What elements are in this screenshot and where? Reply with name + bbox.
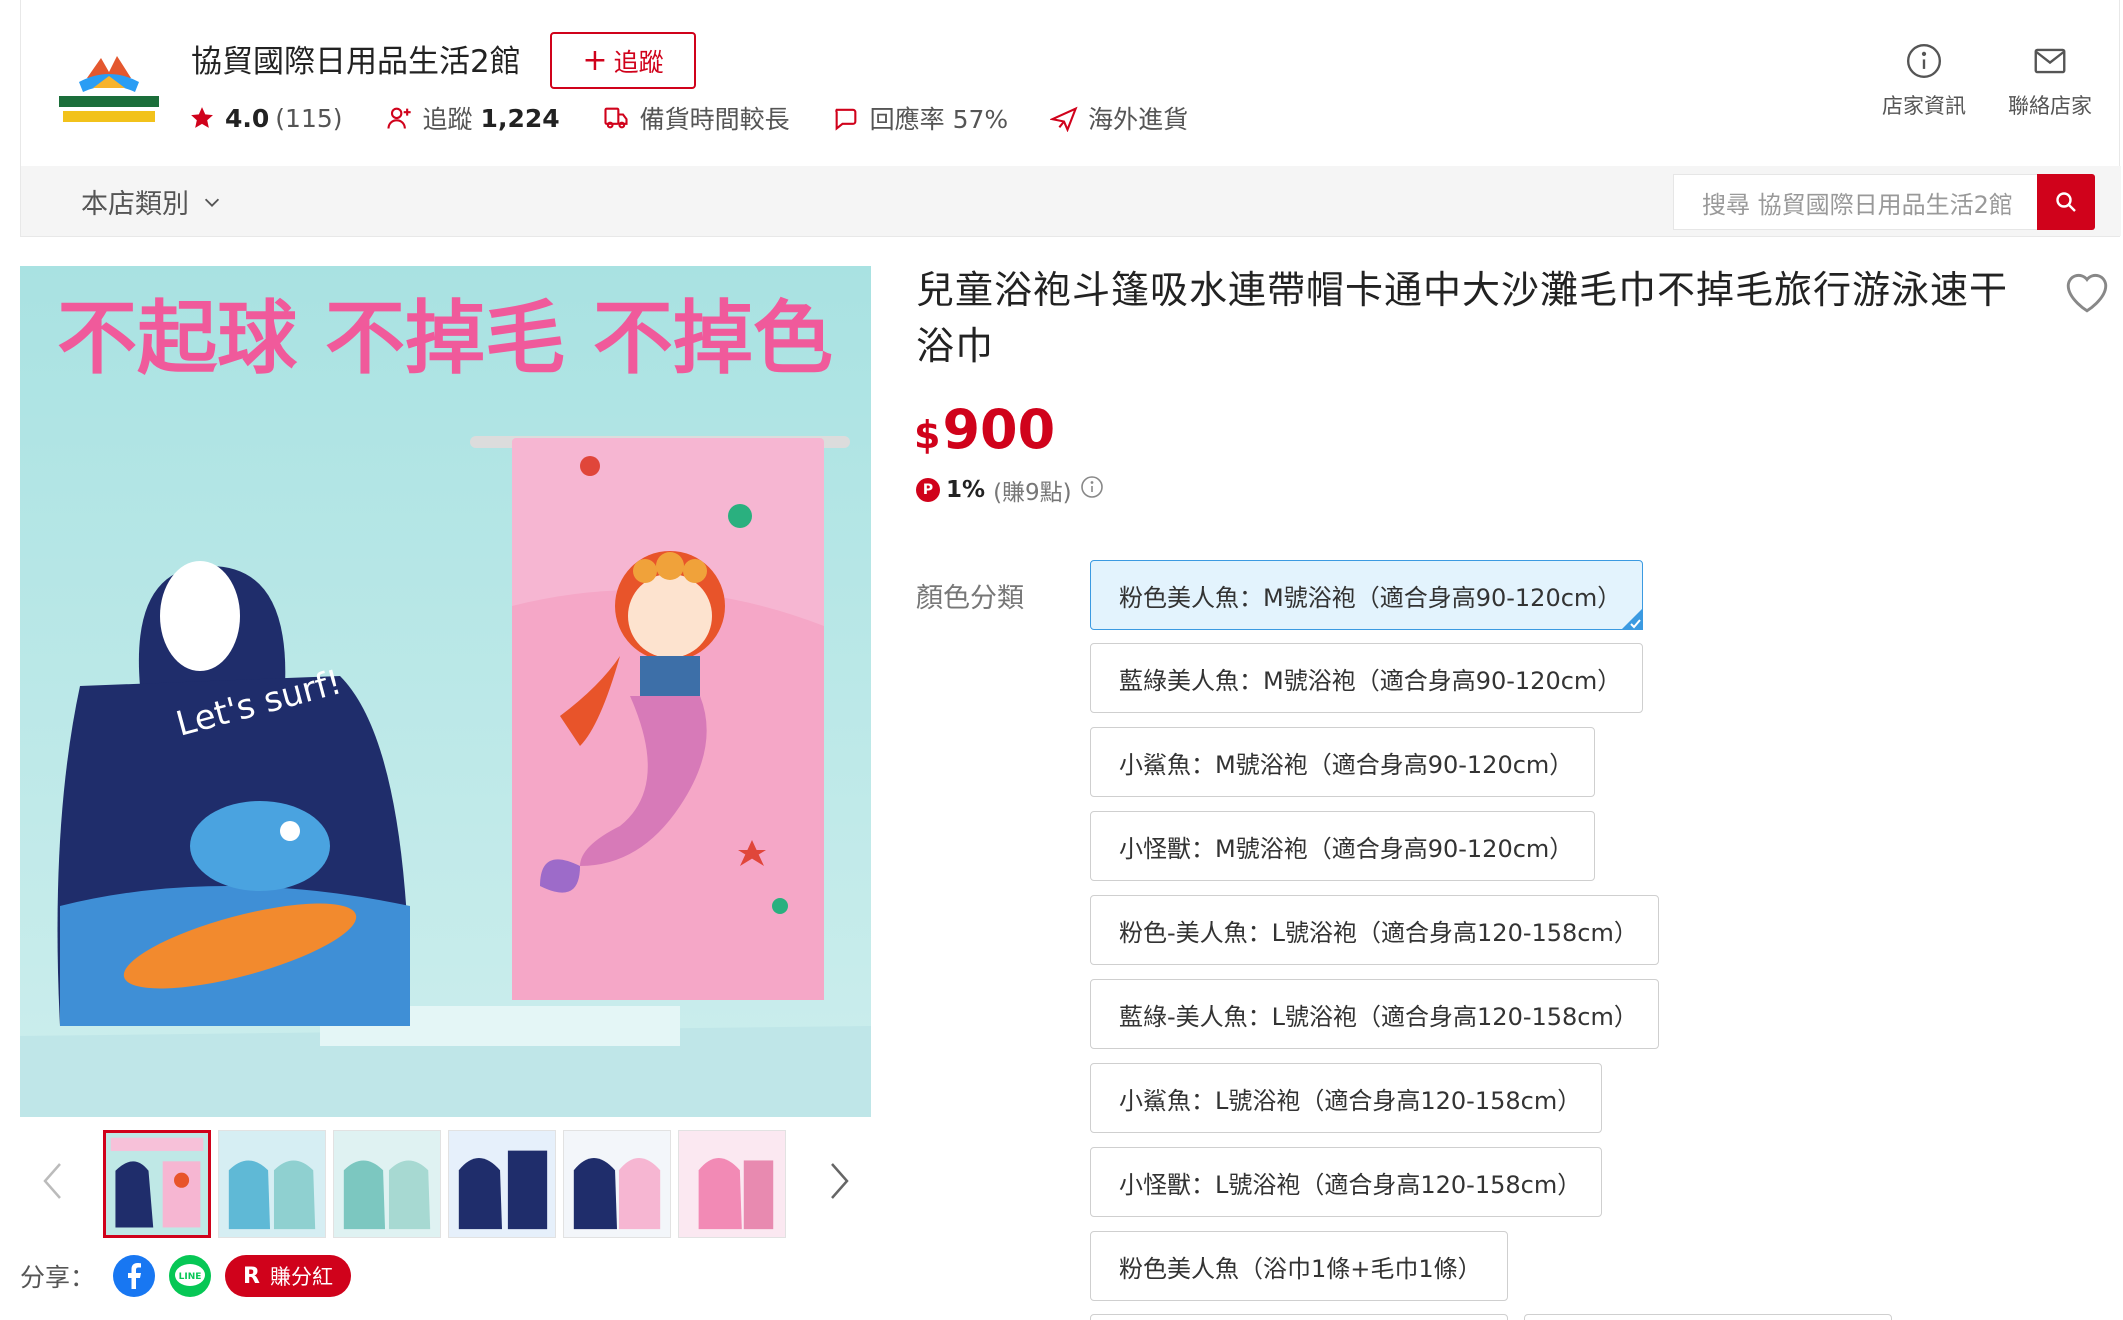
share-row: 分享： LINE R 賺分紅 bbox=[20, 1254, 351, 1298]
line-icon: LINE bbox=[175, 1264, 206, 1286]
thumbnail-4[interactable] bbox=[448, 1130, 556, 1238]
thumbnail-1[interactable] bbox=[103, 1130, 211, 1238]
follow-label: 追蹤 bbox=[613, 47, 664, 77]
variant-option-label: 小鯊魚：L號浴袍（適合身高120-158cm） bbox=[1119, 1086, 1582, 1115]
thumbnail-image bbox=[334, 1131, 440, 1237]
followers-count: 1,224 bbox=[480, 103, 560, 133]
thumbnail-image bbox=[679, 1131, 785, 1237]
product-main-image[interactable]: 不起球 不掉毛 不掉色 Let's surf! bbox=[20, 266, 871, 1117]
variant-option-partial[interactable] bbox=[1090, 1314, 1508, 1320]
thumbnail-image bbox=[106, 1133, 208, 1235]
chevron-left-icon bbox=[43, 1163, 61, 1199]
add-person-icon bbox=[386, 107, 411, 129]
share-label: 分享： bbox=[20, 1263, 96, 1292]
search-button[interactable] bbox=[2037, 174, 2095, 230]
thumbnail-6[interactable] bbox=[678, 1130, 786, 1238]
overseas-text: 海外進貨 bbox=[1088, 105, 1189, 134]
variant-option-label: 小鯊魚：M號浴袍（適合身高90-120cm） bbox=[1119, 750, 1574, 779]
selected-check-icon bbox=[1621, 608, 1643, 630]
facebook-share-button[interactable] bbox=[113, 1255, 156, 1297]
follow-button[interactable]: + 追蹤 bbox=[550, 32, 696, 89]
thumbnail-5[interactable] bbox=[563, 1130, 671, 1238]
product-price: $ 900 bbox=[914, 398, 1055, 461]
points-badge-icon: P bbox=[916, 478, 940, 502]
variant-option-partial[interactable] bbox=[1524, 1314, 1892, 1320]
prep-time: 備貨時間較長 bbox=[602, 100, 790, 136]
product-photo: 不起球 不掉毛 不掉色 Let's surf! bbox=[20, 266, 871, 1117]
variant-option[interactable]: 小怪獸：M號浴袍（適合身高90-120cm） bbox=[1090, 811, 1595, 881]
earn-commission-button[interactable]: R 賺分紅 bbox=[225, 1255, 351, 1297]
variant-option-label: 粉色美人魚：M號浴袍（適合身高90-120cm） bbox=[1119, 583, 1622, 612]
rakuten-icon: R bbox=[243, 1263, 260, 1289]
contact-store-button[interactable]: 聯絡店家 bbox=[1995, 42, 2105, 120]
store-info-button[interactable]: 店家資訊 bbox=[1869, 42, 1979, 120]
product-title: 兒童浴袍斗篷吸水連帶帽卡通中大沙灘毛巾不掉毛旅行游泳速干浴巾 bbox=[916, 268, 2009, 368]
response-rate-text: 回應率 57% bbox=[869, 105, 1009, 134]
price-currency: $ bbox=[914, 413, 941, 457]
heart-icon bbox=[2066, 273, 2108, 313]
facebook-icon bbox=[128, 1263, 142, 1289]
thumbnail-2[interactable] bbox=[218, 1130, 326, 1238]
points-row: P 1% (賺9點) bbox=[916, 474, 1104, 506]
mail-icon bbox=[2034, 48, 2066, 74]
wishlist-button[interactable] bbox=[2062, 268, 2112, 318]
variant-option-label: 小怪獸：L號浴袍（適合身高120-158cm） bbox=[1119, 1170, 1582, 1199]
store-name[interactable]: 協貿國際日用品生活2館 bbox=[191, 36, 521, 81]
variant-option[interactable]: 藍綠美人魚：M號浴袍（適合身高90-120cm） bbox=[1090, 643, 1643, 713]
chat-icon bbox=[834, 108, 857, 131]
thumbnail-image bbox=[219, 1131, 325, 1237]
variant-option-label: 粉色美人魚（浴巾1條+毛巾1條） bbox=[1119, 1254, 1482, 1283]
store-rating: 4.0 (115) bbox=[189, 104, 343, 133]
gallery-prev-button[interactable] bbox=[40, 1160, 66, 1206]
variant-option-label: 粉色-美人魚：L號浴袍（適合身高120-158cm） bbox=[1119, 918, 1638, 947]
price-value: 900 bbox=[942, 398, 1056, 461]
store-info-label: 店家資訊 bbox=[1882, 94, 1966, 118]
overseas-shipping: 海外進貨 bbox=[1050, 100, 1188, 136]
earn-label: 賺分紅 bbox=[269, 1265, 333, 1289]
variant-option[interactable]: 粉色美人魚（浴巾1條+毛巾1條） bbox=[1090, 1231, 1508, 1301]
chevron-down-icon bbox=[204, 198, 220, 207]
variant-option[interactable]: 小怪獸：L號浴袍（適合身高120-158cm） bbox=[1090, 1147, 1602, 1217]
category-label: 本店類別 bbox=[81, 189, 189, 220]
rating-count: (115) bbox=[275, 103, 343, 133]
response-rate: 回應率 57% bbox=[832, 100, 1009, 136]
line-text: LINE bbox=[179, 1272, 202, 1282]
chevron-right-icon bbox=[831, 1163, 849, 1199]
plus-icon: + bbox=[582, 42, 608, 78]
info-icon bbox=[1906, 43, 1942, 79]
variant-option[interactable]: 粉色-美人魚：L號浴袍（適合身高120-158cm） bbox=[1090, 895, 1659, 965]
variant-option[interactable]: 小鯊魚：M號浴袍（適合身高90-120cm） bbox=[1090, 727, 1595, 797]
prep-time-text: 備貨時間較長 bbox=[639, 105, 790, 134]
thumbnail-3[interactable] bbox=[333, 1130, 441, 1238]
variant-label: 顏色分類 bbox=[916, 583, 1024, 614]
variant-option[interactable]: 小鯊魚：L號浴袍（適合身高120-158cm） bbox=[1090, 1063, 1602, 1133]
store-stats: 4.0 (115) 追蹤 1,224 備貨時間較長 回應率 57% 海外進貨 bbox=[189, 98, 1230, 138]
store-search-input[interactable]: 搜尋 協貿國際日用品生活2館 bbox=[1673, 174, 2037, 230]
followers-label: 追蹤 bbox=[422, 105, 473, 134]
store-header: 協貿國際日用品生活2館 + 追蹤 4.0 (115) 追蹤 1,224 備貨時間… bbox=[20, 0, 2121, 237]
variant-option-label: 藍綠-美人魚：L號浴袍（適合身高120-158cm） bbox=[1119, 1002, 1638, 1031]
points-earned: (賺9點) bbox=[993, 480, 1072, 506]
variant-option-label: 藍綠美人魚：M號浴袍（適合身高90-120cm） bbox=[1119, 666, 1622, 695]
variant-option-label: 小怪獸：M號浴袍（適合身高90-120cm） bbox=[1119, 834, 1574, 863]
store-followers: 追蹤 1,224 bbox=[385, 100, 560, 136]
points-percent: 1% bbox=[946, 477, 986, 503]
contact-store-label: 聯絡店家 bbox=[2008, 94, 2092, 118]
search-icon bbox=[2056, 192, 2076, 212]
store-nav-bar: 本店類別 搜尋 協貿國際日用品生活2館 bbox=[21, 166, 2121, 236]
variant-option[interactable]: 藍綠-美人魚：L號浴袍（適合身高120-158cm） bbox=[1090, 979, 1659, 1049]
line-share-button[interactable]: LINE bbox=[169, 1255, 212, 1297]
variant-option[interactable]: 粉色美人魚：M號浴袍（適合身高90-120cm） bbox=[1090, 560, 1643, 630]
star-icon bbox=[191, 107, 213, 128]
gallery-next-button[interactable] bbox=[826, 1160, 852, 1206]
thumbnail-image bbox=[449, 1131, 555, 1237]
image-slogan: 不起球 不掉毛 不掉色 bbox=[57, 292, 833, 385]
category-dropdown[interactable]: 本店類別 bbox=[81, 182, 223, 221]
store-logo[interactable] bbox=[49, 48, 169, 132]
points-info-icon[interactable] bbox=[1080, 475, 1104, 505]
thumbnail-image bbox=[564, 1131, 670, 1237]
rating-value: 4.0 bbox=[225, 103, 270, 133]
truck-icon bbox=[604, 107, 628, 129]
plane-icon bbox=[1050, 106, 1078, 132]
